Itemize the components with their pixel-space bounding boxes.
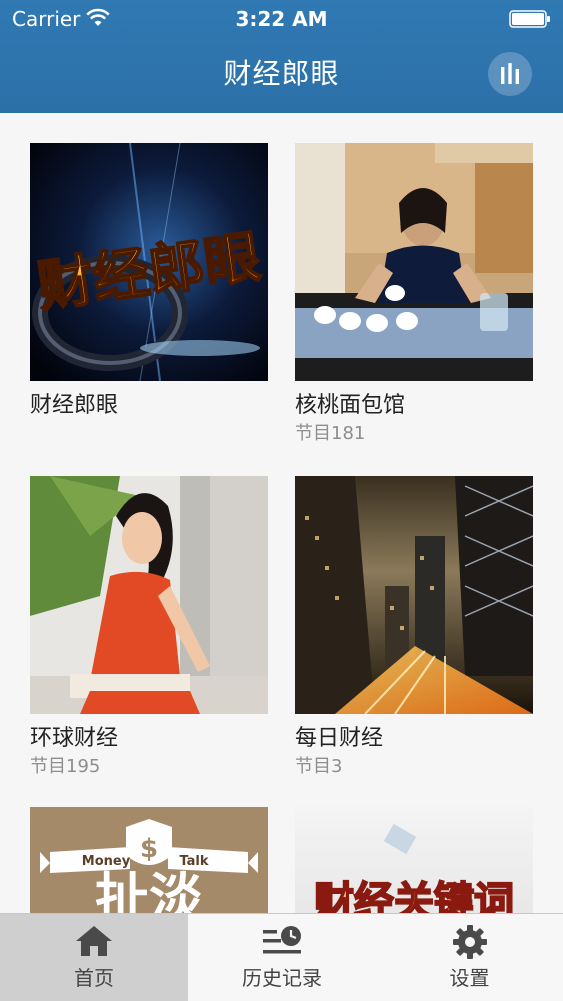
episode-count: 节目195 — [30, 756, 101, 777]
thumbnail-text: 财经关键词 — [314, 879, 514, 913]
tab-label: 历史记录 — [242, 966, 322, 990]
episode-count: 节目3 — [295, 756, 343, 777]
program-title: 财经郎眼 — [30, 393, 119, 418]
program-thumbnail: 财经关键词 — [295, 807, 533, 913]
tab-history[interactable]: 历史记录 — [188, 914, 376, 1001]
page-title: 财经郎眼 — [223, 57, 340, 90]
svg-text:$: $ — [140, 834, 158, 864]
status-time: 3:22 AM — [235, 7, 328, 31]
tab-label: 首页 — [74, 966, 114, 990]
history-icon — [263, 926, 301, 954]
tab-settings[interactable]: 设置 — [376, 914, 563, 1001]
program-card[interactable]: 财经郎眼 财经郎眼 — [30, 143, 268, 420]
status-bar: Carrier 3:22 AM — [0, 0, 563, 40]
program-thumbnail: 财经郎眼 — [30, 143, 268, 381]
program-title: 每日财经 — [295, 726, 384, 751]
program-card[interactable]: $ Money Talk 扯淡 — [30, 807, 268, 913]
battery-icon — [509, 10, 550, 28]
program-thumbnail — [295, 143, 533, 381]
thumbnail-text: 扯淡 — [95, 867, 204, 913]
program-card[interactable]: 核桃面包馆 节目181 — [295, 143, 533, 445]
program-thumbnail — [30, 476, 268, 714]
top-bar: Carrier 3:22 AM 财经郎眼 — [0, 0, 563, 113]
program-title: 核桃面包馆 — [295, 393, 406, 418]
home-icon — [76, 926, 112, 956]
program-card[interactable]: 每日财经 节目3 — [295, 476, 533, 778]
bars-icon — [501, 63, 519, 84]
tab-label: 设置 — [449, 966, 490, 990]
program-card[interactable]: 财经关键词 — [295, 807, 533, 913]
tab-home[interactable]: 首页 — [0, 914, 188, 1001]
tab-bar: 首页 历史记录 设置 — [0, 913, 563, 1001]
program-grid: 财经郎眼 财经郎眼 核桃面包馆 节目181 环球财经 节目195 每日财经 节目… — [0, 113, 563, 913]
program-card[interactable]: 环球财经 节目195 — [30, 476, 268, 778]
program-thumbnail — [295, 476, 533, 714]
chart-menu-button[interactable] — [488, 52, 532, 96]
program-title: 环球财经 — [30, 726, 119, 751]
episode-count: 节目181 — [295, 423, 366, 444]
gear-icon — [452, 925, 487, 959]
program-thumbnail: $ Money Talk 扯淡 — [30, 807, 268, 913]
